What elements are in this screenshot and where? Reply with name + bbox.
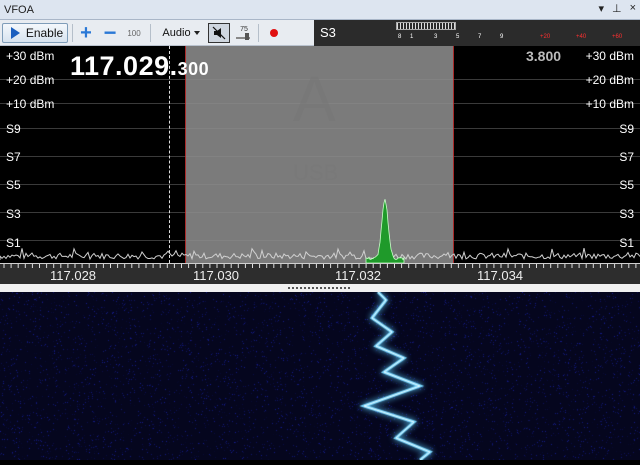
waterfall-display[interactable] <box>0 292 640 460</box>
s-meter-level: S3 <box>320 25 336 40</box>
title-bar: VFOA ▾ ⊥ × <box>0 0 640 20</box>
level-label-right: S7 <box>619 150 634 164</box>
mute-button[interactable] <box>208 23 230 43</box>
level-label-left: S9 <box>6 122 21 136</box>
close-icon[interactable]: × <box>630 2 636 15</box>
frequency-label: 117.032 <box>335 268 382 283</box>
enable-label: Enable <box>25 26 64 40</box>
s-meter-over-label: +60 <box>612 34 623 40</box>
level-label-left: +10 dBm <box>6 97 55 111</box>
toolbar: Enable + − 100 Audio 75 <box>0 20 314 46</box>
spectrum-display[interactable]: A USB 117.029.300 3.800 +30 dBm +20 dBm … <box>0 46 640 284</box>
play-icon <box>10 27 20 39</box>
record-icon <box>270 29 278 37</box>
dock-icon[interactable]: ⊥ <box>612 2 622 15</box>
audio-label: Audio <box>162 27 191 39</box>
level-label-right: S5 <box>619 178 634 192</box>
level-label-left: S7 <box>6 150 21 164</box>
increase-step-button[interactable]: + <box>78 22 94 44</box>
level-label-left: +30 dBm <box>6 49 55 63</box>
level-label-right: +20 dBm <box>585 73 634 87</box>
window-title: VFOA <box>4 4 34 16</box>
s-meter-scale: 8 1 3 5 7 9 +20 +40 +60 <box>398 34 638 44</box>
s-meter-scale-label: 7 <box>478 34 482 40</box>
audio-dropdown[interactable]: Audio <box>156 23 206 43</box>
waterfall-canvas <box>0 292 640 460</box>
level-label-right: S3 <box>619 207 634 221</box>
chevron-down-icon <box>193 31 200 35</box>
volume-slider-icon <box>236 33 250 40</box>
level-label-left: +20 dBm <box>6 73 55 87</box>
pin-icon[interactable]: ▾ <box>598 2 604 15</box>
frequency-label: 117.030 <box>193 268 240 283</box>
s-meter-bar <box>396 22 456 30</box>
decrease-step-button[interactable]: − <box>102 20 118 45</box>
s-meter-scale-label: 3 <box>434 34 438 40</box>
level-label-left: S1 <box>6 236 21 250</box>
frequency-offset: 3.800 <box>526 48 562 64</box>
s-meter-over-label: +40 <box>576 34 587 40</box>
volume-control[interactable]: 75 <box>234 23 254 43</box>
s-meter-scale-label: 5 <box>456 34 460 40</box>
splitter-handle[interactable] <box>0 284 640 292</box>
s-meter-scale-label: 8 <box>398 34 402 40</box>
frequency-label: 117.034 <box>477 268 524 283</box>
enable-button[interactable]: Enable <box>2 23 68 43</box>
vfo-frequency-sub: 300 <box>177 59 210 79</box>
frequency-label: 117.028 <box>50 268 97 283</box>
toolbar-divider <box>258 24 259 42</box>
volume-value: 75 <box>240 26 248 33</box>
s-meter: S3 8 1 3 5 7 9 +20 +40 +60 <box>314 20 640 46</box>
vfo-frequency-main: 117.029. <box>70 51 178 81</box>
vfo-frequency[interactable]: 117.029.300 <box>70 51 209 82</box>
frequency-axis[interactable]: 117.028 117.030 117.032 117.034 <box>0 263 640 284</box>
toolbar-divider <box>72 24 73 42</box>
record-button[interactable] <box>264 23 284 43</box>
level-label-right: S9 <box>619 122 634 136</box>
s-meter-over-label: +20 <box>540 34 551 40</box>
toolbar-divider <box>150 24 151 42</box>
level-label-right: +10 dBm <box>585 97 634 111</box>
level-label-left: S3 <box>6 207 21 221</box>
level-label-right: S1 <box>619 236 634 250</box>
s-meter-scale-label: 1 <box>410 34 414 40</box>
s-meter-scale-label: 9 <box>500 34 504 40</box>
level-label-left: S5 <box>6 178 21 192</box>
speaker-mute-icon <box>212 26 226 40</box>
level-label-right: +30 dBm <box>585 49 634 63</box>
step-value: 100 <box>127 28 141 38</box>
